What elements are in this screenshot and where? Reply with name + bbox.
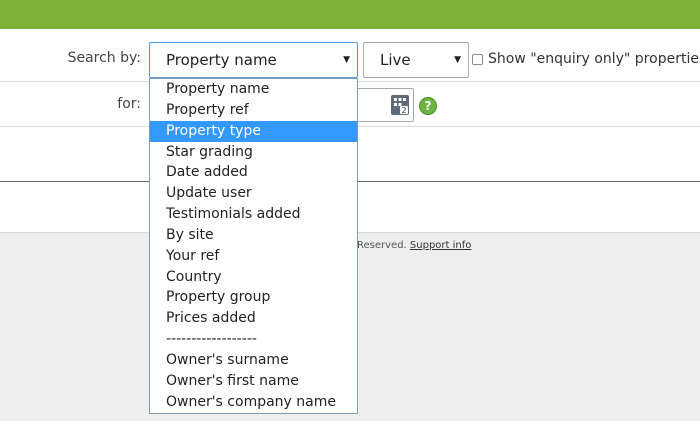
for-label: for:: [117, 96, 141, 112]
enquiry-only-checkbox[interactable]: [472, 53, 483, 65]
search-field-dropdown[interactable]: Property name Property ref Property type…: [149, 78, 358, 414]
chevron-down-icon: ▼: [454, 55, 461, 65]
enquiry-only-option[interactable]: Show "enquiry only" properties: [472, 51, 700, 67]
dropdown-option-highlighted[interactable]: Property type: [150, 120, 357, 142]
dropdown-option[interactable]: Property ref: [150, 100, 357, 121]
dropdown-option[interactable]: Date added: [150, 162, 357, 183]
help-icon[interactable]: ?: [419, 97, 437, 115]
dropdown-option[interactable]: Update user: [150, 183, 357, 204]
dropdown-option[interactable]: Star grading: [150, 142, 357, 163]
top-header-bar: [0, 0, 700, 29]
search-field-value: Property name: [166, 51, 277, 69]
dropdown-option[interactable]: Property name: [150, 79, 357, 100]
dropdown-option[interactable]: By site: [150, 225, 357, 246]
status-select[interactable]: Live ▼: [363, 42, 469, 78]
search-field-select[interactable]: Property name ▼: [149, 42, 358, 78]
dropdown-option[interactable]: Property group: [150, 287, 357, 308]
dropdown-option[interactable]: Owner's surname: [150, 350, 357, 371]
dropdown-option[interactable]: Country: [150, 267, 357, 288]
support-info-link[interactable]: Support info: [410, 240, 471, 251]
dropdown-option[interactable]: Owner's first name: [150, 371, 357, 392]
chevron-down-icon: ▼: [343, 55, 350, 65]
dropdown-option[interactable]: Owner's company name: [150, 392, 357, 413]
calculator-icon[interactable]: 2: [391, 95, 409, 115]
dropdown-option[interactable]: Testimonials added: [150, 204, 357, 225]
svg-text:2: 2: [401, 106, 406, 115]
footer-text: Reserved. Support info: [357, 240, 471, 251]
enquiry-only-label: Show "enquiry only" properties: [488, 51, 700, 67]
dropdown-option[interactable]: Prices added: [150, 308, 357, 329]
search-by-label: Search by:: [67, 50, 141, 66]
dropdown-option[interactable]: Your ref: [150, 246, 357, 267]
status-value: Live: [380, 51, 411, 69]
footer-reserved: Reserved.: [357, 240, 407, 251]
dropdown-separator: ------------------: [166, 331, 257, 348]
